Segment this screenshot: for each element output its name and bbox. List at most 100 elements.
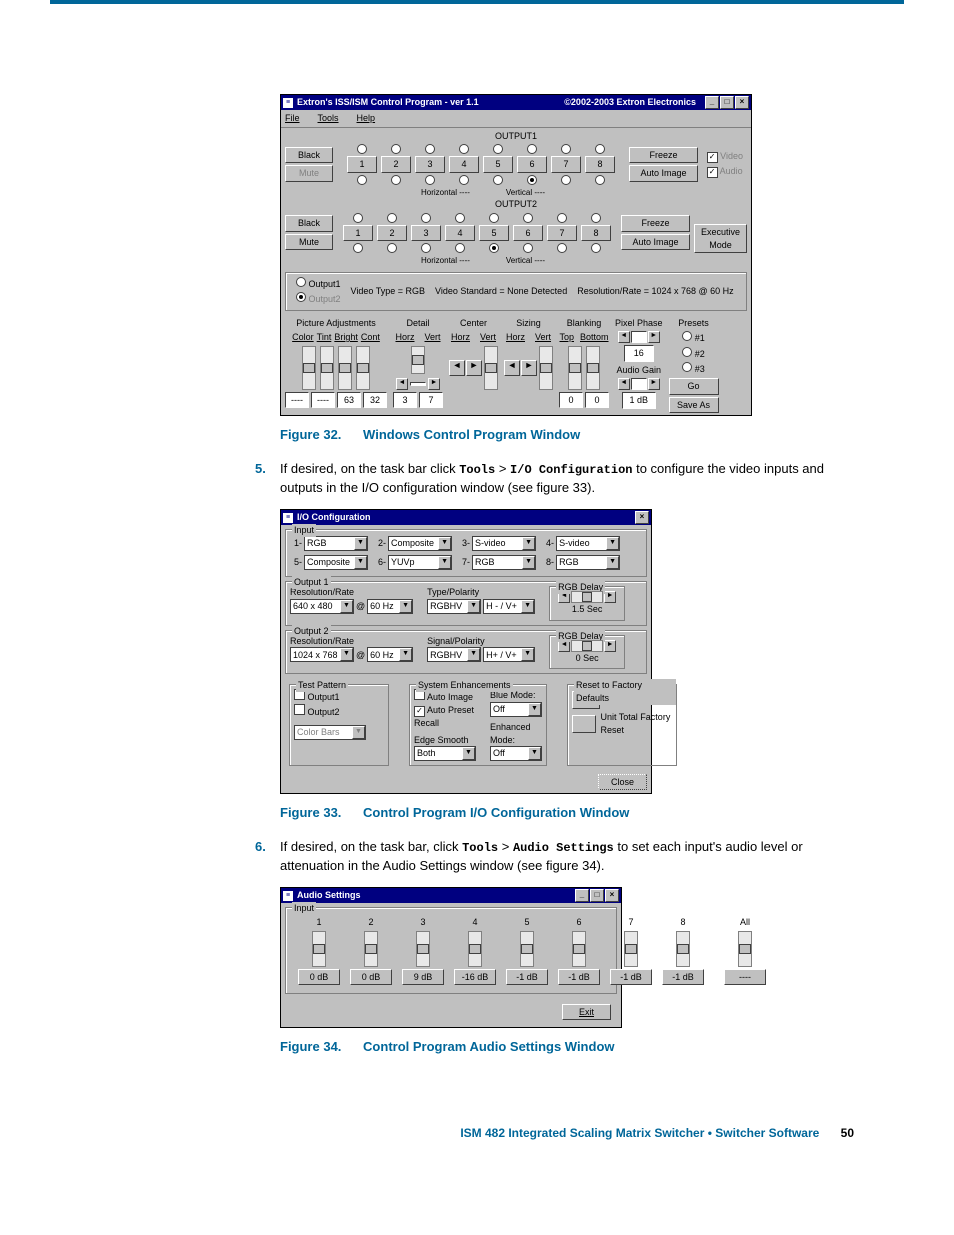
out1-in2-bot-radio[interactable] bbox=[391, 175, 401, 185]
out1-in3-button[interactable]: 3 bbox=[415, 156, 445, 173]
minimize-button[interactable]: _ bbox=[705, 96, 719, 109]
out1-in5-top-radio[interactable] bbox=[493, 144, 503, 154]
out1-in6-bot-radio[interactable] bbox=[527, 175, 537, 185]
out2-in4-top-radio[interactable] bbox=[455, 213, 465, 223]
out1-pol-select[interactable]: H - / V+ ▼ bbox=[483, 599, 535, 614]
out1-in7-bot-radio[interactable] bbox=[561, 175, 571, 185]
enhanced-mode-select[interactable]: Off▼ bbox=[490, 746, 542, 761]
tint-slider[interactable] bbox=[320, 346, 334, 390]
out2-in7-button[interactable]: 7 bbox=[547, 225, 577, 242]
blank-top-slider[interactable] bbox=[568, 346, 582, 390]
out2-in8-button[interactable]: 8 bbox=[581, 225, 611, 242]
unit-total-reset-button[interactable] bbox=[572, 715, 596, 733]
out1-in4-button[interactable]: 4 bbox=[449, 156, 479, 173]
detail-vert-slider[interactable] bbox=[411, 346, 425, 374]
cont-slider[interactable] bbox=[356, 346, 370, 390]
menu-help[interactable]: Help bbox=[357, 112, 376, 125]
out2-in3-button[interactable]: 3 bbox=[411, 225, 441, 242]
aud-slider-7[interactable] bbox=[624, 931, 638, 967]
preset-go-button[interactable]: Go bbox=[669, 378, 719, 395]
out1-in8-bot-radio[interactable] bbox=[595, 175, 605, 185]
sizing-vert-slider[interactable] bbox=[539, 346, 553, 390]
audio-checkbox[interactable]: ✓ bbox=[707, 167, 718, 178]
out1-in4-top-radio[interactable] bbox=[459, 144, 469, 154]
again-dec-button[interactable]: ◄ bbox=[618, 378, 630, 390]
out2-in4-button[interactable]: 4 bbox=[445, 225, 475, 242]
aud-slider-8[interactable] bbox=[676, 931, 690, 967]
out2-delay-inc[interactable]: ► bbox=[604, 640, 616, 652]
auto-preset-check[interactable]: ✓ Auto Preset Recall bbox=[414, 704, 476, 730]
aud-val-4[interactable]: -16 dB bbox=[454, 969, 496, 986]
out1-in1-bot-radio[interactable] bbox=[357, 175, 367, 185]
aud-slider-3[interactable] bbox=[416, 931, 430, 967]
in1-select[interactable]: RGB▼ bbox=[304, 536, 368, 551]
again-inc-button[interactable]: ► bbox=[648, 378, 660, 390]
audio-maximize-button[interactable]: □ bbox=[590, 889, 604, 902]
out1-in7-button[interactable]: 7 bbox=[551, 156, 581, 173]
aud-slider-2[interactable] bbox=[364, 931, 378, 967]
aud-slider-4[interactable] bbox=[468, 931, 482, 967]
out1-delay-inc[interactable]: ► bbox=[604, 591, 616, 603]
executive-mode-button[interactable]: Executive Mode bbox=[694, 224, 747, 253]
audio-minimize-button[interactable]: _ bbox=[575, 889, 589, 902]
out2-rate-select[interactable]: 60 Hz▼ bbox=[367, 647, 413, 662]
maximize-button[interactable]: □ bbox=[720, 96, 734, 109]
detail-left-button[interactable]: ◄ bbox=[396, 378, 408, 390]
aud-val-7[interactable]: -1 dB bbox=[610, 969, 652, 986]
out2-in6-top-radio[interactable] bbox=[523, 213, 533, 223]
close-button[interactable]: × bbox=[735, 96, 749, 109]
out1-in2-button[interactable]: 2 bbox=[381, 156, 411, 173]
out2-in2-top-radio[interactable] bbox=[387, 213, 397, 223]
out1-in8-top-radio[interactable] bbox=[595, 144, 605, 154]
out2-in2-button[interactable]: 2 bbox=[377, 225, 407, 242]
blue-mode-select[interactable]: Off▼ bbox=[490, 702, 542, 717]
out2-in6-bot-radio[interactable] bbox=[523, 243, 533, 253]
out1-in2-top-radio[interactable] bbox=[391, 144, 401, 154]
out1-in5-bot-radio[interactable] bbox=[493, 175, 503, 185]
preset2-radio[interactable]: #2 bbox=[682, 347, 705, 361]
aud-slider-all[interactable] bbox=[738, 931, 752, 967]
output1-mute-button[interactable]: Mute bbox=[285, 165, 333, 182]
out2-in8-bot-radio[interactable] bbox=[591, 243, 601, 253]
color-slider[interactable] bbox=[302, 346, 316, 390]
aud-slider-5[interactable] bbox=[520, 931, 534, 967]
edge-smooth-select[interactable]: Both▼ bbox=[414, 746, 476, 761]
output1-black-button[interactable]: Black bbox=[285, 147, 333, 164]
output2-autoimage-button[interactable]: Auto Image bbox=[621, 234, 690, 251]
out2-in7-top-radio[interactable] bbox=[557, 213, 567, 223]
out2-in4-bot-radio[interactable] bbox=[455, 243, 465, 253]
output2-freeze-button[interactable]: Freeze bbox=[621, 215, 690, 232]
output1-freeze-button[interactable]: Freeze bbox=[629, 147, 698, 164]
out1-delay-slider[interactable] bbox=[571, 591, 603, 603]
out2-in1-bot-radio[interactable] bbox=[353, 243, 363, 253]
io-close-button-bottom[interactable]: Close bbox=[598, 774, 647, 790]
in4-select[interactable]: S-video▼ bbox=[556, 536, 620, 551]
out2-in5-button[interactable]: 5 bbox=[479, 225, 509, 242]
out1-in6-button[interactable]: 6 bbox=[517, 156, 547, 173]
out2-in2-bot-radio[interactable] bbox=[387, 243, 397, 253]
out2-in6-button[interactable]: 6 bbox=[513, 225, 543, 242]
menu-file[interactable]: File bbox=[285, 112, 300, 125]
out2-in1-button[interactable]: 1 bbox=[343, 225, 373, 242]
in3-select[interactable]: S-video▼ bbox=[472, 536, 536, 551]
out1-in8-button[interactable]: 8 bbox=[585, 156, 615, 173]
pixel-inc-button[interactable]: ► bbox=[648, 331, 660, 343]
out2-in1-top-radio[interactable] bbox=[353, 213, 363, 223]
detail-right-button[interactable]: ► bbox=[428, 378, 440, 390]
center-right-button[interactable]: ► bbox=[466, 360, 482, 376]
output-select-1[interactable]: Output1 bbox=[296, 277, 341, 291]
test-pattern-select[interactable]: Color Bars▼ bbox=[294, 725, 366, 740]
sizing-left-button[interactable]: ◄ bbox=[504, 360, 520, 376]
out2-delay-slider[interactable] bbox=[571, 640, 603, 652]
audio-close-button[interactable]: × bbox=[605, 889, 619, 902]
out1-type-select[interactable]: RGBHV▼ bbox=[427, 599, 481, 614]
in7-select[interactable]: RGB▼ bbox=[472, 555, 536, 570]
output-select-2[interactable]: Output2 bbox=[296, 292, 341, 306]
out1-in7-top-radio[interactable] bbox=[561, 144, 571, 154]
out2-type-select[interactable]: RGBHV▼ bbox=[427, 647, 481, 662]
output1-autoimage-button[interactable]: Auto Image bbox=[629, 165, 698, 182]
out1-res-select[interactable]: 640 x 480▼ bbox=[290, 599, 354, 614]
blank-bottom-slider[interactable] bbox=[586, 346, 600, 390]
aud-slider-6[interactable] bbox=[572, 931, 586, 967]
output2-mute-button[interactable]: Mute bbox=[285, 234, 333, 251]
